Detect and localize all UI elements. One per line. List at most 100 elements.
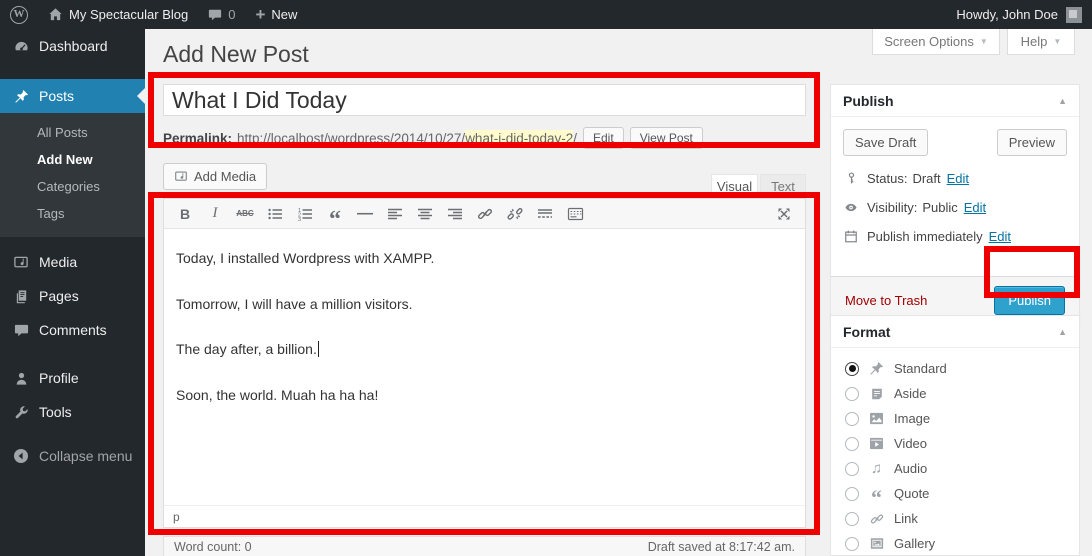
visual-tab[interactable]: Visual — [711, 174, 758, 198]
blockquote-button[interactable]: “ — [322, 202, 348, 226]
admin-sidebar: Dashboard Posts All Posts Add New Catego… — [0, 29, 145, 556]
bold-button[interactable]: B — [172, 202, 198, 226]
preview-button[interactable]: Preview — [997, 129, 1067, 156]
quote-icon: “ — [868, 486, 885, 502]
radio-gallery[interactable] — [845, 537, 859, 551]
radio-link[interactable] — [845, 512, 859, 526]
format-option-image[interactable]: Image — [831, 406, 1079, 431]
pages-icon — [12, 289, 30, 304]
move-to-trash-link[interactable]: Move to Trash — [845, 293, 927, 308]
wordcount-bar: Word count: 0 Draft saved at 8:17:42 am. — [163, 536, 806, 556]
italic-button[interactable]: I — [202, 202, 228, 226]
sidebar-item-media[interactable]: Media — [0, 245, 145, 279]
sidebar-item-add-new[interactable]: Add New — [0, 146, 145, 173]
avatar[interactable] — [1066, 7, 1082, 23]
format-option-standard[interactable]: Standard — [831, 356, 1079, 381]
radio-video[interactable] — [845, 437, 859, 451]
aside-note-icon — [868, 387, 885, 401]
sidebar-item-dashboard[interactable]: Dashboard — [0, 29, 145, 63]
toolbar-toggle-button[interactable] — [562, 202, 588, 226]
help-tab[interactable]: Help ▼ — [1007, 29, 1075, 55]
editor-content-area[interactable]: Today, I installed Wordpress with XAMPP.… — [164, 229, 805, 505]
radio-aside[interactable] — [845, 387, 859, 401]
format-option-link[interactable]: Link — [831, 506, 1079, 531]
visibility-label: Visibility: — [867, 200, 917, 215]
format-option-video[interactable]: Video — [831, 431, 1079, 456]
post-title-input[interactable] — [163, 84, 806, 116]
element-path[interactable]: p — [173, 510, 180, 524]
sidebar-label-profile: Profile — [39, 370, 79, 386]
align-left-button[interactable] — [382, 202, 408, 226]
radio-quote[interactable] — [845, 487, 859, 501]
unlink-button[interactable] — [502, 202, 528, 226]
schedule-row: Publish immediately Edit — [831, 222, 1079, 251]
more-tag-button[interactable] — [532, 202, 558, 226]
sidebar-item-tags[interactable]: Tags — [0, 200, 145, 227]
admin-bar: W My Spectacular Blog 0 + New Howdy, Joh… — [0, 0, 1092, 29]
admin-bar-new[interactable]: + New — [245, 0, 307, 29]
publish-panel-header[interactable]: Publish ▲ — [831, 85, 1079, 117]
strikethrough-button[interactable]: ABC — [232, 202, 258, 226]
format-options-list: Standard Aside Image — [831, 348, 1079, 556]
link-chain-icon — [868, 512, 885, 526]
sidebar-label-dashboard: Dashboard — [39, 38, 108, 54]
format-option-aside[interactable]: Aside — [831, 381, 1079, 406]
screen-options-tab[interactable]: Screen Options ▼ — [872, 29, 1000, 55]
edit-schedule-link[interactable]: Edit — [989, 229, 1011, 244]
align-right-button[interactable] — [442, 202, 468, 226]
numbered-list-button[interactable]: 123 — [292, 202, 318, 226]
text-tab[interactable]: Text — [760, 174, 806, 198]
add-media-button[interactable]: Add Media — [163, 163, 267, 190]
comment-count: 0 — [228, 7, 235, 22]
sidebar-item-comments[interactable]: Comments — [0, 313, 145, 347]
publish-button[interactable]: Publish — [994, 286, 1065, 315]
wordpress-admin-screen: W My Spectacular Blog 0 + New Howdy, Joh… — [0, 0, 1092, 556]
sidebar-item-pages[interactable]: Pages — [0, 279, 145, 313]
view-post-button[interactable]: View Post — [630, 127, 703, 149]
sidebar-collapse-menu[interactable]: Collapse menu — [0, 439, 145, 473]
bullet-list-button[interactable] — [262, 202, 288, 226]
wordpress-logo-menu[interactable]: W — [0, 0, 38, 29]
sidebar-item-tools[interactable]: Tools — [0, 395, 145, 429]
wordpress-logo-icon: W — [10, 6, 28, 24]
panel-toggle-icon[interactable]: ▲ — [1058, 327, 1067, 337]
format-option-audio[interactable]: ♫ Audio — [831, 456, 1079, 481]
insert-link-button[interactable] — [472, 202, 498, 226]
permalink-edit-button[interactable]: Edit — [583, 127, 624, 149]
admin-bar-comments[interactable]: 0 — [198, 0, 245, 29]
radio-image[interactable] — [845, 412, 859, 426]
video-icon — [868, 437, 885, 450]
editor-paragraph: Today, I installed Wordpress with XAMPP. — [176, 249, 795, 269]
sidebar-item-all-posts[interactable]: All Posts — [0, 119, 145, 146]
site-name-link[interactable]: My Spectacular Blog — [38, 0, 198, 29]
sidebar-item-categories[interactable]: Categories — [0, 173, 145, 200]
comment-bubble-icon — [208, 8, 222, 22]
format-option-quote[interactable]: “ Quote — [831, 481, 1079, 506]
posts-submenu: All Posts Add New Categories Tags — [0, 113, 145, 237]
panel-toggle-icon[interactable]: ▲ — [1058, 96, 1067, 106]
add-media-label: Add Media — [194, 169, 256, 184]
sidebar-label-tools: Tools — [39, 404, 72, 420]
format-option-gallery[interactable]: Gallery — [831, 531, 1079, 556]
format-label: Standard — [894, 361, 947, 376]
save-draft-button[interactable]: Save Draft — [843, 129, 928, 156]
sidebar-label-comments: Comments — [39, 322, 107, 338]
word-count: Word count: 0 — [174, 540, 252, 554]
align-center-button[interactable] — [412, 202, 438, 226]
edit-visibility-link[interactable]: Edit — [964, 200, 986, 215]
fullscreen-button[interactable] — [771, 202, 797, 226]
screen-options-label: Screen Options — [884, 34, 974, 49]
radio-standard[interactable] — [845, 362, 859, 376]
editor-toolbar: B I ABC 123 “ — — [164, 199, 805, 229]
sidebar-label-media: Media — [39, 254, 77, 270]
permalink-base-url: http://localhost/wordpress/2014/10/27/ — [237, 131, 465, 146]
format-label: Aside — [894, 386, 927, 401]
edit-status-link[interactable]: Edit — [947, 171, 969, 186]
format-label: Gallery — [894, 536, 935, 551]
sidebar-item-profile[interactable]: Profile — [0, 361, 145, 395]
radio-audio[interactable] — [845, 462, 859, 476]
horizontal-rule-button[interactable]: — — [352, 202, 378, 226]
format-panel-header[interactable]: Format ▲ — [831, 316, 1079, 348]
howdy-account-link[interactable]: Howdy, John Doe — [956, 7, 1058, 22]
sidebar-item-posts[interactable]: Posts — [0, 79, 145, 113]
